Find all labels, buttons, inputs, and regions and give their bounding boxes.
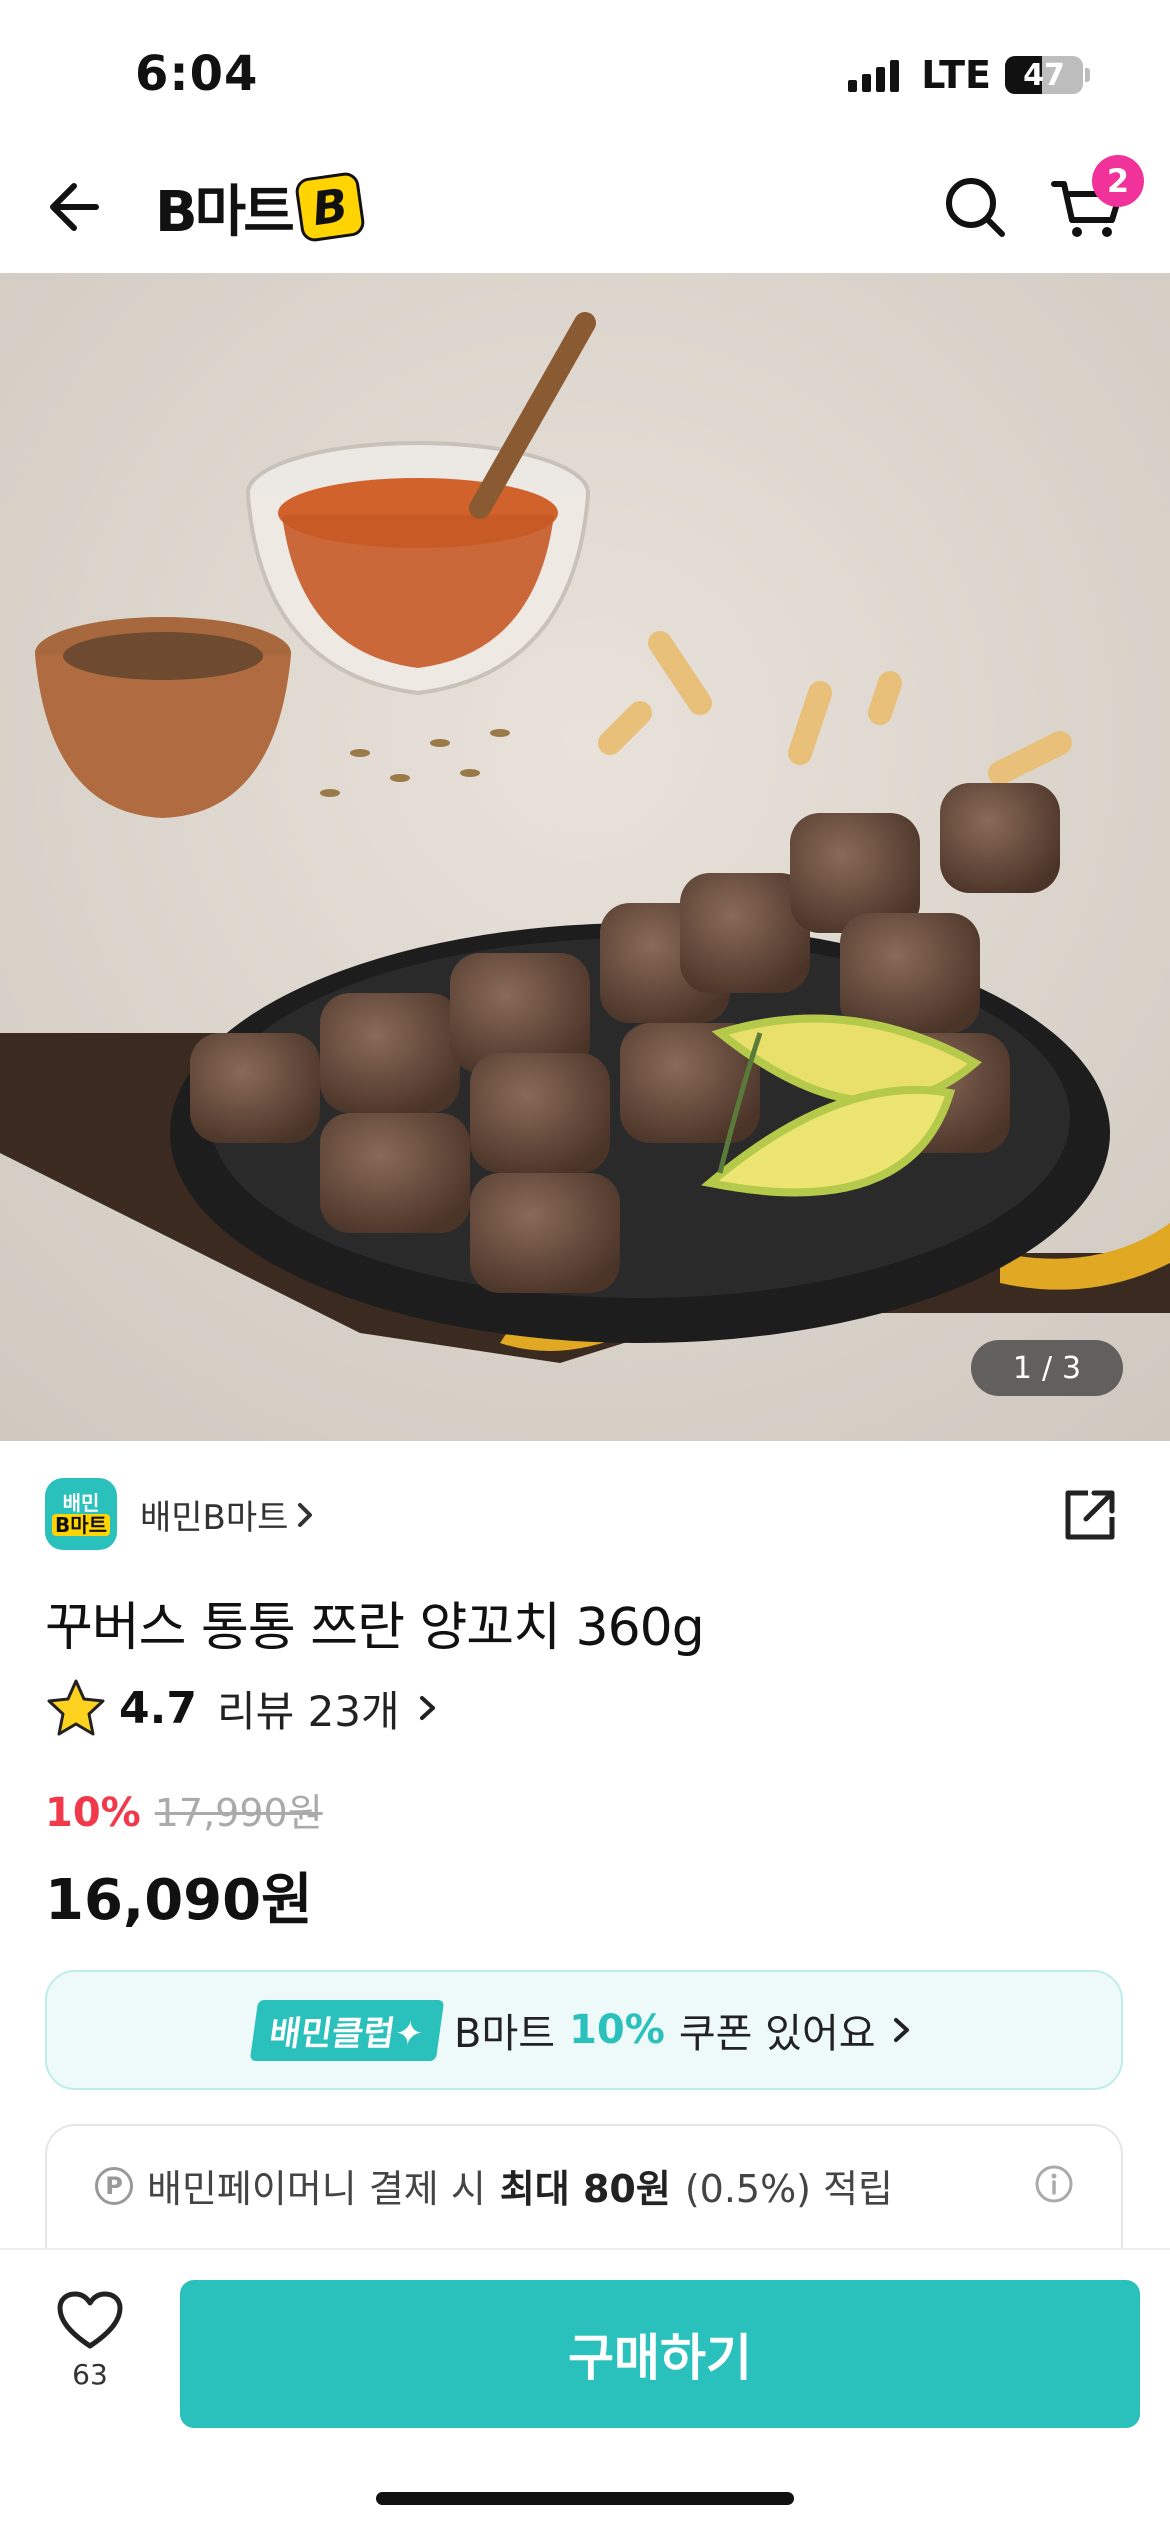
battery-percent: 47 [1023,57,1065,93]
discount-row: 10% 17,990원 [45,1782,323,1837]
review-count: 리뷰 23개 [216,1686,400,1736]
store-logo-line1: 배민 [62,1491,100,1515]
image-counter-separator: / [1041,1350,1053,1386]
arrow-left-icon [50,183,99,231]
buy-button[interactable]: 구매하기 [180,2280,1140,2428]
share-icon [1065,1490,1115,1540]
product-image[interactable] [0,273,1170,1441]
search-icon [946,178,1005,237]
wishlist-count: 63 [72,2358,108,2391]
point-text-before: 배민페이머니 결제 시 [147,2167,486,2211]
point-icon: P [95,2166,133,2205]
store-logo-line2: B마트 [51,1514,111,1536]
network-label: LTE [921,53,991,97]
store-name: 배민B마트 [140,1498,289,1538]
star-icon [47,1679,105,1736]
back-button[interactable] [40,172,120,242]
logo-mark: B [293,170,366,244]
chevron-right-icon [298,1502,313,1527]
image-counter-total: 3 [1062,1350,1082,1386]
battery-icon: 47 [1005,56,1083,94]
wishlist-button[interactable]: 63 [40,2290,140,2420]
point-highlight: 최대 80원 [499,2167,671,2211]
review-link[interactable]: 리뷰 23개 [217,1678,440,1739]
image-counter: 1 / 3 [971,1340,1123,1396]
point-text-after: (0.5%) 적립 [684,2167,894,2211]
rating-value: 4.7 [119,1682,197,1734]
product-title: 꾸버스 통통 쯔란 양꼬치 360g [45,1598,705,1658]
coupon-percent: 10% [569,2007,665,2053]
share-button[interactable] [1060,1485,1120,1545]
cart-count-badge: 2 [1092,155,1144,207]
store-link[interactable]: 배민B마트 [140,1490,318,1539]
coupon-text-after: 쿠폰 있어요 [678,2011,876,2057]
status-indicators: LTE 47 [848,52,1090,98]
discount-rate: 10% [45,1790,141,1836]
point-info-row: P 배민페이머니 결제 시 최대 80원 (0.5%) 적립 [95,2158,893,2213]
info-icon [1035,2165,1073,2203]
status-time: 6:04 [135,46,259,102]
chevron-right-icon [419,1696,435,1720]
final-price: 16,090원 [45,1868,313,1933]
chevron-right-icon [893,2018,909,2042]
product-photo [0,273,1170,1441]
bmart-logo: B마트 B [155,170,366,245]
search-button[interactable] [940,172,1010,242]
store-logo[interactable]: 배민 B마트 [45,1478,117,1550]
home-indicator [376,2492,794,2505]
coupon-text-before: B마트 [454,2011,556,2057]
logo-text: B마트 [155,179,295,245]
image-counter-current: 1 [1012,1350,1032,1386]
original-price: 17,990원 [154,1791,323,1835]
baemin-club-badge: 배민클럽✦ [250,1999,445,2061]
heart-icon [57,2291,123,2349]
coupon-banner[interactable]: 배민클럽✦ B마트 10% 쿠폰 있어요 [45,1970,1123,2090]
battery-nub [1085,68,1090,82]
rating-row: 4.7 리뷰 23개 [45,1677,440,1739]
signal-icon [848,58,900,92]
info-button[interactable] [1034,2164,1074,2204]
